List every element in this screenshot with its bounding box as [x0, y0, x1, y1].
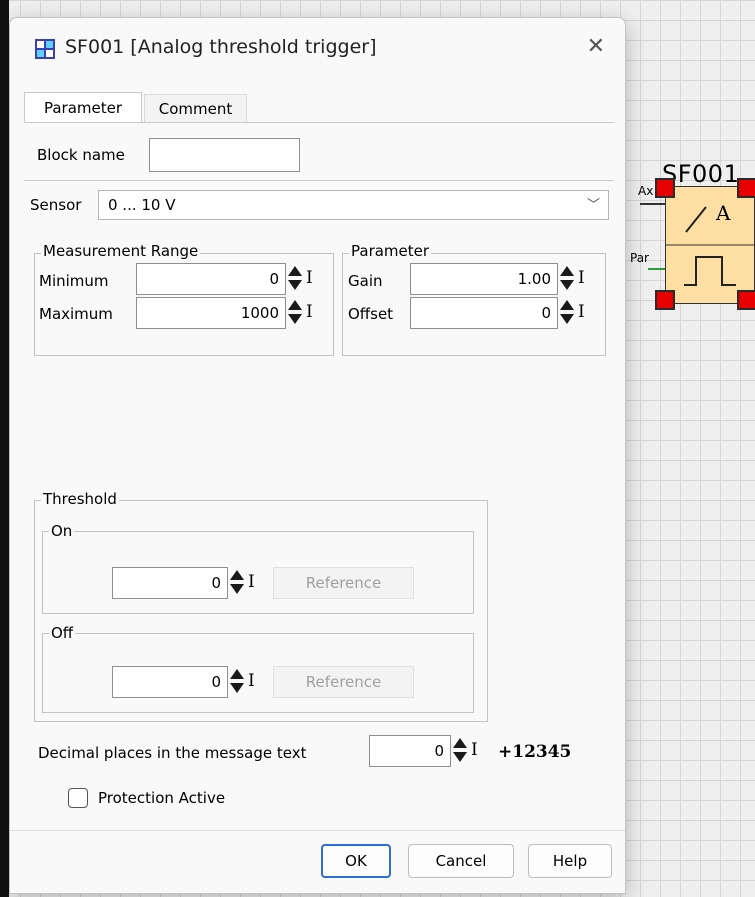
offset-spinner[interactable] — [560, 299, 574, 327]
port-label-ax: Ax — [638, 184, 654, 198]
text-cursor-icon: I — [306, 302, 313, 322]
pin-bottom-right[interactable] — [737, 290, 755, 310]
input-wire-par — [648, 268, 666, 270]
decimal-places-spinner[interactable] — [453, 737, 467, 765]
gain-spinner[interactable] — [560, 265, 574, 293]
block-name-label: Block name — [37, 146, 125, 164]
minimum-spinner[interactable] — [288, 265, 302, 293]
pin-bottom-left[interactable] — [655, 290, 675, 310]
text-cursor-icon: I — [578, 268, 585, 288]
tab-parameter[interactable]: Parameter — [24, 92, 142, 122]
tab-comment[interactable]: Comment — [144, 94, 247, 122]
decimal-places-input[interactable]: 0 — [369, 735, 451, 767]
text-cursor-icon: I — [248, 572, 255, 592]
pin-top-right[interactable] — [737, 178, 755, 198]
sensor-dropdown[interactable]: 0 ... 10 V ﹀ — [98, 190, 609, 220]
threshold-on-title: On — [49, 522, 75, 540]
sensor-selected-value: 0 ... 10 V — [108, 196, 176, 214]
block-symbol-letter: A — [716, 201, 731, 225]
divider — [24, 180, 614, 181]
gain-input[interactable]: 1.00 — [410, 263, 558, 295]
text-cursor-icon: I — [306, 268, 313, 288]
gain-label: Gain — [348, 272, 383, 290]
parameter-panel — [24, 122, 614, 828]
threshold-on-reference-button[interactable]: Reference — [273, 567, 414, 599]
threshold-symbol-icon — [666, 206, 754, 286]
maximum-label: Maximum — [39, 305, 113, 323]
threshold-title: Threshold — [41, 490, 119, 508]
minimum-label: Minimum — [39, 272, 109, 290]
protection-checkbox[interactable] — [68, 788, 88, 808]
input-wire-ax — [640, 203, 666, 205]
text-cursor-icon: I — [248, 671, 255, 691]
decimal-sample-value: +12345 — [498, 742, 572, 762]
chevron-down-icon: ﹀ — [586, 198, 600, 213]
ok-button[interactable]: OK — [321, 844, 391, 878]
app-icon — [35, 39, 55, 59]
pin-top-left[interactable] — [655, 178, 675, 198]
protection-label[interactable]: Protection Active — [98, 789, 225, 807]
decimal-places-label: Decimal places in the message text — [38, 744, 307, 762]
dialog-title: SF001 [Analog threshold trigger] — [65, 36, 377, 58]
help-button[interactable]: Help — [528, 844, 612, 878]
function-block[interactable]: A — [665, 186, 755, 304]
port-label-par: Par — [630, 251, 649, 265]
close-icon[interactable]: ✕ — [587, 34, 605, 59]
offset-input[interactable]: 0 — [410, 297, 558, 329]
maximum-input[interactable]: 1000 — [136, 297, 286, 329]
block-properties-dialog: SF001 [Analog threshold trigger] ✕ Param… — [9, 17, 626, 894]
offset-label: Offset — [348, 305, 394, 323]
maximum-spinner[interactable] — [288, 299, 302, 327]
parameter-group-title: Parameter — [349, 242, 432, 260]
threshold-off-spinner[interactable] — [230, 668, 244, 696]
measurement-range-title: Measurement Range — [41, 242, 201, 260]
threshold-off-reference-button[interactable]: Reference — [273, 666, 414, 698]
block-name-input[interactable] — [149, 138, 300, 172]
cancel-button[interactable]: Cancel — [408, 844, 514, 878]
threshold-on-input[interactable]: 0 — [112, 567, 228, 599]
threshold-off-title: Off — [49, 624, 76, 642]
footer-divider — [10, 830, 625, 831]
text-cursor-icon: I — [471, 740, 478, 760]
minimum-input[interactable]: 0 — [136, 263, 286, 295]
threshold-off-input[interactable]: 0 — [112, 666, 228, 698]
dialog-titlebar[interactable]: SF001 [Analog threshold trigger] ✕ — [10, 18, 625, 80]
text-cursor-icon: I — [578, 302, 585, 322]
threshold-on-spinner[interactable] — [230, 569, 244, 597]
window-edge — [0, 0, 9, 897]
sensor-label: Sensor — [30, 196, 82, 214]
